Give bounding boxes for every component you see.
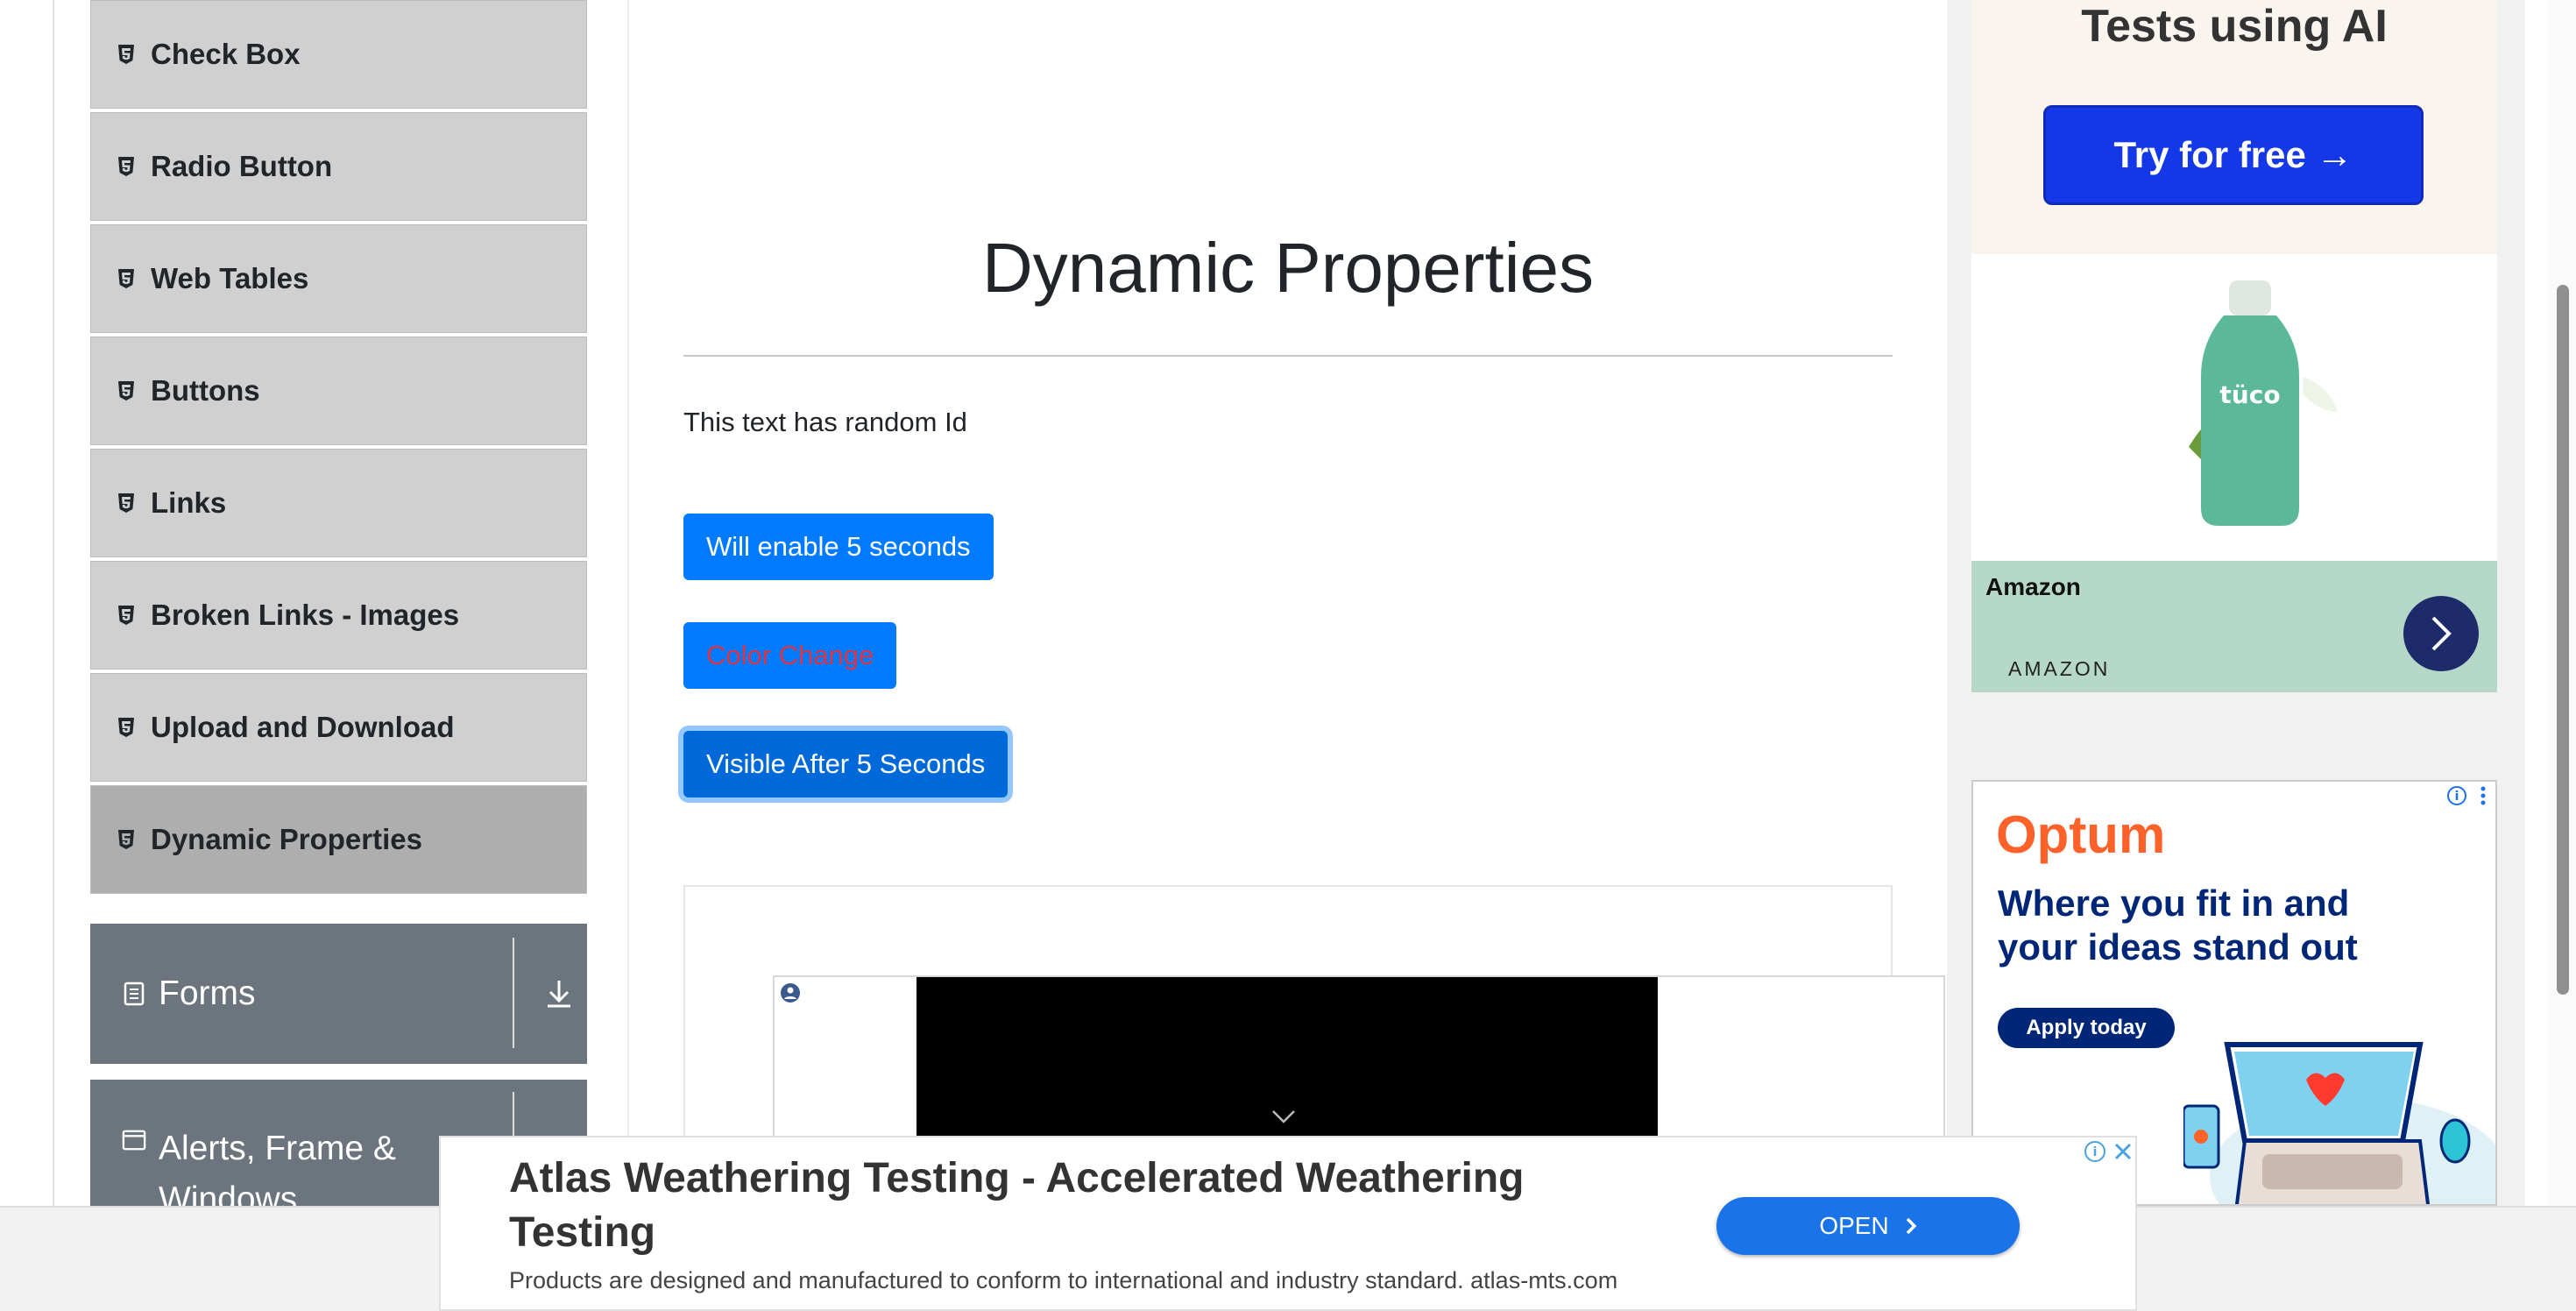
html5-icon [117,830,135,849]
ad-amazon[interactable]: tüco Amazon AMAZON [1971,254,2497,692]
banner-title[interactable]: Atlas Weathering Testing - Accelerated W… [509,1152,1604,1260]
ad-brand: Amazon [1985,573,2081,600]
ad-footer: Amazon AMAZON [1971,561,2497,692]
ad-info-icon[interactable]: i [2083,1139,2107,1168]
sidebar-item-dynamic-properties[interactable]: Dynamic Properties [90,785,587,894]
sidebar-item-label: Web Tables [151,262,309,294]
random-id-text: This text has random Id [683,407,967,437]
optum-logo: Optum [1996,805,2166,864]
group-forms[interactable]: Forms [90,924,587,1064]
page-title: Dynamic Properties [981,229,1594,307]
sidebar-item-upload-download[interactable]: Upload and Download [90,673,587,782]
sidebar-item-label: Links [151,486,227,519]
chevron-right-icon [1905,1216,1917,1236]
html5-icon [117,381,135,400]
ad-tests-ai[interactable]: Tests using AI Try for free → [1971,0,2497,254]
scrollbar-thumb[interactable] [2557,285,2569,995]
visible-after-button[interactable]: Visible After 5 Seconds [683,731,1008,797]
group-divider [513,938,514,1048]
banner-controls: i [2083,1139,2135,1168]
product-image: tüco [2171,272,2346,539]
sidebar-item-label: Upload and Download [151,711,455,743]
group-label-line1: Alerts, Frame & [159,1130,396,1167]
sidebar-item-label: Buttons [151,374,260,407]
content-divider [627,0,629,1206]
enable-after-button[interactable]: Will enable 5 seconds [683,514,994,580]
svg-text:tüco: tüco [2219,380,2280,409]
ad-headline: Tests using AI [2081,1,2388,52]
sidebar-item-broken-links[interactable]: Broken Links - Images [90,561,587,670]
close-icon[interactable] [2111,1139,2135,1168]
html5-icon [117,269,135,288]
form-icon [122,981,146,1006]
html5-icon [117,157,135,176]
download-icon[interactable] [541,924,577,1064]
group-label: Forms [159,974,256,1012]
html5-icon [117,493,135,513]
window-icon [122,1129,146,1153]
sidebar-item-label: Check Box [151,38,301,70]
ad-advertiser: AMAZON [2008,657,2111,680]
sidebar-item-label: Broken Links - Images [151,599,460,631]
try-for-free-button[interactable]: Try for free → [2043,105,2424,205]
laptop-illustration [2182,1010,2495,1204]
sidebar-item-radio-button[interactable]: Radio Button [90,112,587,221]
ad-info-icon[interactable]: i [2446,785,2494,811]
sidebar-item-label: Dynamic Properties [151,823,422,855]
page-left-border [53,0,54,1206]
svg-text:i: i [2093,1145,2098,1159]
html5-icon [117,718,135,737]
sidebar-item-label: Radio Button [151,150,333,182]
chevron-right-icon[interactable] [2403,596,2479,671]
open-label: OPEN [1819,1212,1889,1239]
color-change-button[interactable]: Color Change [683,622,897,689]
bottom-ad-banner[interactable]: Atlas Weathering Testing - Accelerated W… [439,1136,2137,1311]
adchoices-shield-icon[interactable] [775,977,806,1009]
svg-text:i: i [2455,790,2459,804]
title-divider [683,355,1893,357]
html5-icon [117,45,135,64]
chevron-down-icon[interactable] [1270,1109,1297,1129]
sidebar-item-web-tables[interactable]: Web Tables [90,224,587,333]
sidebar-item-buttons[interactable]: Buttons [90,337,587,445]
html5-icon [117,606,135,625]
open-button[interactable]: OPEN [1716,1197,2020,1255]
apply-today-button[interactable]: Apply today [1998,1008,2175,1048]
banner-description: Products are designed and manufactured t… [509,1267,1618,1293]
sidebar-item-links[interactable]: Links [90,449,587,557]
ad-headline: Where you fit in and your ideas stand ou… [1998,882,2358,967]
sidebar-item-check-box[interactable]: Check Box [90,0,587,109]
